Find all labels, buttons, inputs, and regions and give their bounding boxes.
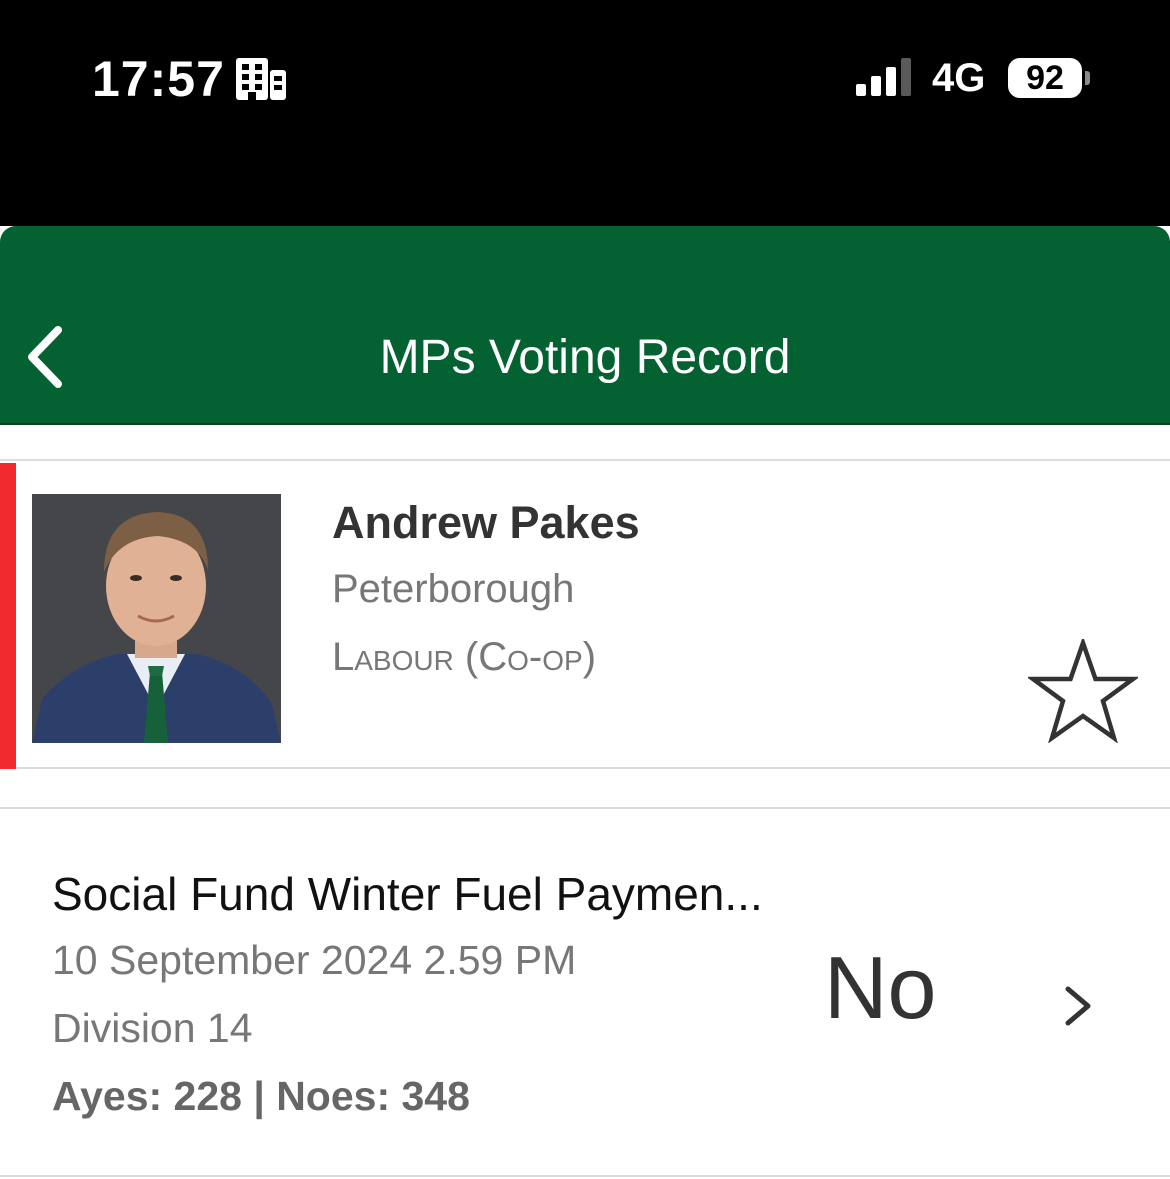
mp-constituency: Peterborough xyxy=(332,567,575,611)
star-outline-icon[interactable] xyxy=(1028,639,1138,743)
battery-icon: 92 xyxy=(1008,58,1082,98)
nav-bar: MPs Voting Record xyxy=(0,226,1170,425)
building-icon xyxy=(236,58,286,100)
vote-date: 10 September 2024 2.59 PM xyxy=(52,937,577,983)
battery-level: 92 xyxy=(1026,58,1064,97)
status-time: 17:57 xyxy=(92,51,225,107)
network-label: 4G xyxy=(932,56,986,100)
section-spacer xyxy=(0,771,1170,809)
vote-title: Social Fund Winter Fuel Paymen... xyxy=(52,868,763,920)
vote-result: No xyxy=(824,938,937,1037)
mp-name: Andrew Pakes xyxy=(332,497,640,548)
app-screen: 17:57 4G 92 MPs Voting Record Andrew Pak… xyxy=(0,0,1170,1179)
mp-photo xyxy=(32,494,281,743)
section-spacer xyxy=(0,425,1170,461)
mp-card: Andrew Pakes Peterborough Labour (Co-op) xyxy=(0,463,1170,769)
mp-party: Labour (Co-op) xyxy=(332,635,597,679)
chevron-right-icon[interactable] xyxy=(1060,981,1094,1031)
battery-tip xyxy=(1085,71,1090,85)
status-bar: 17:57 4G 92 xyxy=(0,0,1170,226)
signal-icon xyxy=(856,58,911,96)
party-color-stripe xyxy=(0,463,16,769)
page-title: MPs Voting Record xyxy=(379,331,791,384)
vote-tally: Ayes: 228 | Noes: 348 xyxy=(52,1073,470,1119)
vote-list-item[interactable]: Social Fund Winter Fuel Paymen... 10 Sep… xyxy=(0,811,1170,1177)
vote-division: Division 14 xyxy=(52,1005,253,1051)
